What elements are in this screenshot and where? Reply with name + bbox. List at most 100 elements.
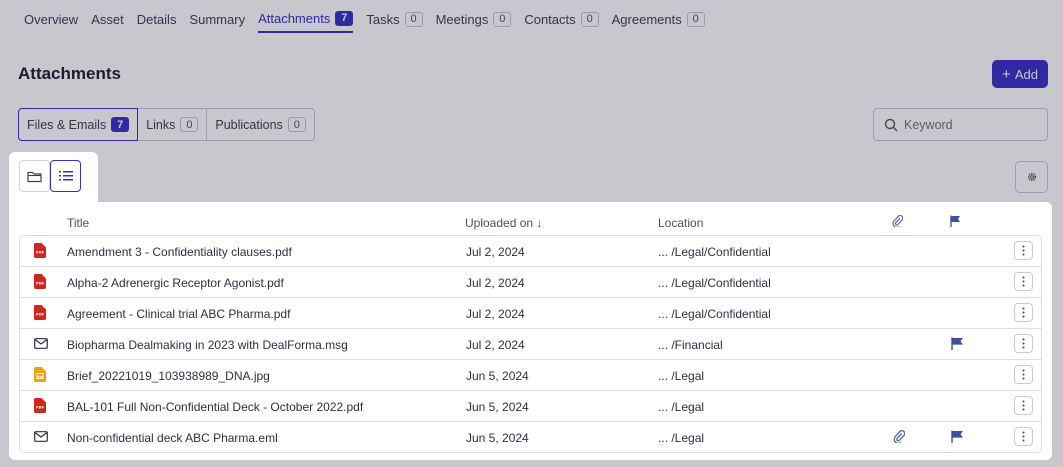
folder-view-button[interactable] [19, 160, 50, 192]
view-toggle [9, 152, 98, 204]
tab-agreements[interactable]: Agreements 0 [612, 7, 705, 31]
more-vertical-icon [1022, 338, 1025, 349]
table-row[interactable]: Brief_20221019_103938989_DNA.jpg Jun 5, … [20, 360, 1041, 391]
uploaded-date: Jul 2, 2024 [466, 245, 525, 259]
svg-text:PDF: PDF [36, 251, 45, 255]
column-header-location[interactable]: Location [658, 216, 703, 230]
row-menu-button[interactable] [1014, 396, 1033, 415]
search-box [873, 108, 1048, 141]
table-body: PDF Amendment 3 - Confidentiality clause… [19, 235, 1042, 453]
tab-attachments[interactable]: Attachments 7 [258, 7, 354, 33]
more-vertical-icon [1022, 245, 1025, 256]
folder-icon [27, 171, 42, 182]
row-menu-button[interactable] [1014, 427, 1033, 446]
more-vertical-icon [1022, 400, 1025, 411]
attachments-page: Overview Asset Details Summary Attachmen… [0, 0, 1063, 467]
tab-count-badge: 0 [404, 11, 423, 27]
add-button[interactable]: + Add [992, 60, 1048, 88]
file-location[interactable]: ... /Legal [658, 431, 704, 445]
uploaded-date: Jul 2, 2024 [466, 307, 525, 321]
tab-tasks[interactable]: Tasks 0 [366, 7, 423, 31]
uploaded-date: Jun 5, 2024 [466, 431, 529, 445]
subtab-count-badge: 0 [180, 117, 199, 132]
search-input[interactable] [904, 117, 1044, 132]
subtab-links[interactable]: Links 0 [138, 108, 208, 141]
file-title[interactable]: Alpha-2 Adrenergic Receptor Agonist.pdf [67, 276, 284, 290]
table-header: Title Uploaded on ↓ Location [9, 202, 1052, 234]
pdf-icon: PDF [34, 243, 46, 261]
email-icon [34, 431, 48, 445]
file-location[interactable]: ... /Legal/Confidential [658, 307, 771, 321]
tab-meetings[interactable]: Meetings 0 [436, 7, 512, 31]
subtab-count-badge: 0 [287, 117, 306, 132]
table-row[interactable]: Non-confidential deck ABC Pharma.eml Jun… [20, 422, 1041, 452]
table-row[interactable]: PDF Alpha-2 Adrenergic Receptor Agonist.… [20, 267, 1041, 298]
column-header-attachment[interactable] [892, 214, 904, 230]
file-location[interactable]: ... /Legal/Confidential [658, 245, 771, 259]
tab-count-badge: 0 [580, 11, 599, 27]
gear-icon [1027, 172, 1036, 182]
paperclip-icon[interactable] [893, 429, 906, 446]
tab-asset[interactable]: Asset [91, 7, 124, 31]
flag-icon [950, 215, 960, 227]
search-icon [884, 118, 898, 131]
pdf-icon: PDF [34, 398, 46, 416]
file-location[interactable]: ... /Legal/Confidential [658, 276, 771, 290]
subtab-files-emails[interactable]: Files & Emails 7 [18, 108, 139, 141]
pdf-icon: PDF [34, 274, 46, 292]
row-menu-button[interactable] [1014, 365, 1033, 384]
image-icon [34, 367, 46, 385]
attachment-type-tabs: Files & Emails 7 Links 0 Publications 0 [18, 108, 315, 141]
file-title[interactable]: BAL-101 Full Non-Confidential Deck - Oct… [67, 400, 363, 414]
uploaded-date: Jul 2, 2024 [466, 276, 525, 290]
row-menu-button[interactable] [1014, 334, 1033, 353]
tab-contacts[interactable]: Contacts 0 [524, 7, 599, 31]
table-row[interactable]: PDF Agreement - Clinical trial ABC Pharm… [20, 298, 1041, 329]
column-header-uploaded[interactable]: Uploaded on ↓ [465, 216, 542, 230]
file-title[interactable]: Agreement - Clinical trial ABC Pharma.pd… [67, 307, 290, 321]
more-vertical-icon [1022, 276, 1025, 287]
column-header-title[interactable]: Title [67, 216, 89, 230]
email-icon [34, 338, 48, 352]
svg-text:PDF: PDF [36, 282, 45, 286]
pdf-icon: PDF [34, 305, 46, 323]
file-location[interactable]: ... /Financial [658, 338, 723, 352]
list-icon [58, 171, 73, 181]
row-menu-button[interactable] [1014, 241, 1033, 260]
more-vertical-icon [1022, 431, 1025, 442]
more-vertical-icon [1022, 307, 1025, 318]
paperclip-icon [892, 214, 904, 229]
uploaded-date: Jul 2, 2024 [466, 338, 525, 352]
file-title[interactable]: Amendment 3 - Confidentiality clauses.pd… [67, 245, 292, 259]
row-menu-button[interactable] [1014, 272, 1033, 291]
svg-text:PDF: PDF [36, 313, 45, 317]
file-title[interactable]: Brief_20221019_103938989_DNA.jpg [67, 369, 270, 383]
plus-icon: + [1002, 65, 1011, 83]
list-view-button[interactable] [50, 160, 81, 192]
top-nav: Overview Asset Details Summary Attachmen… [24, 7, 718, 33]
flag-icon[interactable] [951, 430, 964, 446]
table-row[interactable]: PDF BAL-101 Full Non-Confidential Deck -… [20, 391, 1041, 422]
file-location[interactable]: ... /Legal [658, 400, 704, 414]
row-menu-button[interactable] [1014, 303, 1033, 322]
flag-icon[interactable] [951, 337, 964, 353]
subtab-publications[interactable]: Publications 0 [207, 108, 315, 141]
file-location[interactable]: ... /Legal [658, 369, 704, 383]
table-row[interactable]: Biopharma Dealmaking in 2023 with DealFo… [20, 329, 1041, 360]
file-title[interactable]: Biopharma Dealmaking in 2023 with DealFo… [67, 338, 348, 352]
tab-count-badge: 7 [335, 10, 354, 26]
attachments-table: Title Uploaded on ↓ Location PDF Amendme… [9, 202, 1052, 460]
tab-details[interactable]: Details [137, 7, 177, 31]
table-settings-button[interactable] [1015, 161, 1048, 193]
tab-count-badge: 0 [493, 11, 512, 27]
tab-overview[interactable]: Overview [24, 7, 78, 31]
column-header-flag[interactable] [950, 215, 961, 230]
subtab-count-badge: 7 [111, 117, 130, 132]
more-vertical-icon [1022, 369, 1025, 380]
tab-summary[interactable]: Summary [189, 7, 245, 31]
uploaded-date: Jun 5, 2024 [466, 369, 529, 383]
file-title[interactable]: Non-confidential deck ABC Pharma.eml [67, 431, 278, 445]
tab-count-badge: 0 [686, 11, 705, 27]
page-title: Attachments [18, 64, 121, 83]
table-row[interactable]: PDF Amendment 3 - Confidentiality clause… [20, 236, 1041, 267]
